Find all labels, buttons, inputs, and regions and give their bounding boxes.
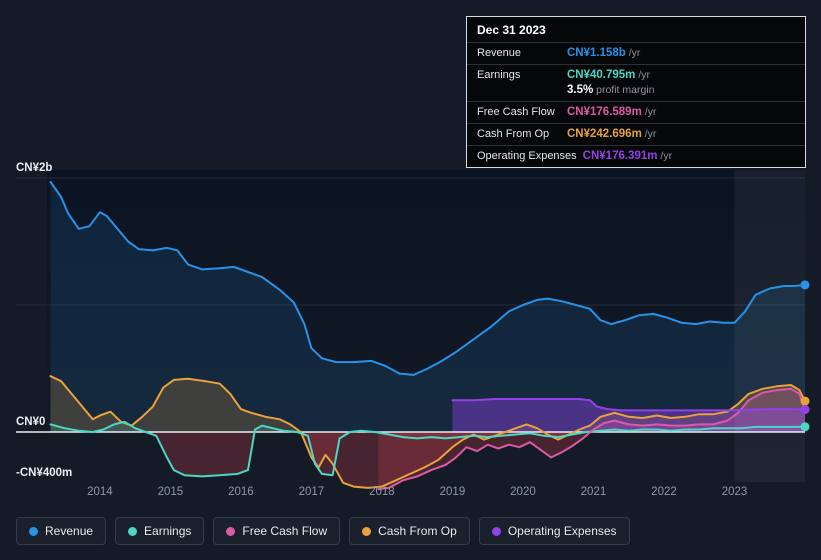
tooltip-label: Earnings <box>477 69 521 81</box>
operating-expenses-series-dot-icon <box>491 526 501 536</box>
legend-item-label: Operating Expenses <box>507 524 617 538</box>
x-tick-label: 2014 <box>87 486 113 498</box>
profit-margin: 3.5% profit margin <box>567 84 655 96</box>
y-tick-label: CN¥2b <box>16 162 53 174</box>
data-tooltip: Dec 31 2023 Revenue CN¥1.158b /yr Earnings… <box>466 16 806 168</box>
tooltip-date: Dec 31 2023 <box>477 23 546 37</box>
earnings-series-dot-icon <box>128 526 138 536</box>
financial-history-page: CN¥2b CN¥0 -CN¥400m 2014 2015 2016 2017 2018 20… <box>0 0 821 560</box>
tooltip-row-earnings: Earnings CN¥40.795m /yr 3.5% profit margin <box>467 64 805 101</box>
legend-item-revenue[interactable]: Revenue <box>16 517 107 545</box>
legend: Revenue Earnings Free Cash Flow Cash From O… <box>16 517 630 545</box>
legend-item-earnings[interactable]: Earnings <box>115 517 205 545</box>
tooltip-row-cash-from-op: Cash From Op CN¥242.696m /yr <box>467 123 805 145</box>
tooltip-rows: Revenue CN¥1.158b /yr Earnings CN¥40.795m /… <box>467 42 805 167</box>
tooltip-label: Free Cash Flow <box>477 106 555 118</box>
x-tick-label: 2022 <box>651 486 677 498</box>
x-tick-label: 2019 <box>439 486 466 498</box>
legend-item-cash-from-op[interactable]: Cash From Op <box>349 517 470 545</box>
tooltip-value: CN¥40.795m /yr 3.5% profit margin <box>561 68 795 98</box>
y-tick-label: -CN¥400m <box>16 466 73 479</box>
x-tick-label: 2017 <box>298 486 325 498</box>
free-cash-flow-series-dot-icon <box>226 526 236 536</box>
tooltip-value: CN¥176.391m /yr <box>582 150 673 162</box>
x-tick-label: 2021 <box>580 486 607 498</box>
legend-item-label: Cash From Op <box>378 524 457 538</box>
revenue-series-dot-icon <box>29 526 38 536</box>
y-tick-label: CN¥0 <box>16 416 46 428</box>
tooltip-label: Revenue <box>477 47 522 59</box>
tooltip-value: CN¥242.696m /yr <box>567 128 657 140</box>
tooltip-row-revenue: Revenue CN¥1.158b /yr <box>467 42 805 64</box>
legend-item-operating-expenses[interactable]: Operating Expenses <box>478 517 630 545</box>
cash-from-op-series-dot-icon <box>362 526 372 536</box>
tooltip-value: CN¥1.158b /yr <box>567 47 641 59</box>
tooltip-label: Operating Expenses <box>477 150 577 162</box>
x-tick-label: 2015 <box>157 486 184 498</box>
tooltip-label: Cash From Op <box>477 128 550 140</box>
tooltip-row-free-cash-flow: Free Cash Flow CN¥176.589m /yr <box>467 101 805 123</box>
x-tick-label: 2018 <box>369 486 395 498</box>
x-tick-label: 2023 <box>721 486 748 498</box>
tooltip-value: CN¥176.589m /yr <box>567 106 657 118</box>
legend-item-label: Earnings <box>144 524 192 538</box>
legend-item-free-cash-flow[interactable]: Free Cash Flow <box>213 517 341 545</box>
x-tick-label: 2020 <box>510 486 536 498</box>
legend-item-label: Revenue <box>45 524 94 538</box>
legend-item-label: Free Cash Flow <box>242 524 328 538</box>
tooltip-row-operating-expenses: Operating Expenses CN¥176.391m /yr <box>467 145 805 167</box>
x-tick-label: 2016 <box>228 486 254 498</box>
